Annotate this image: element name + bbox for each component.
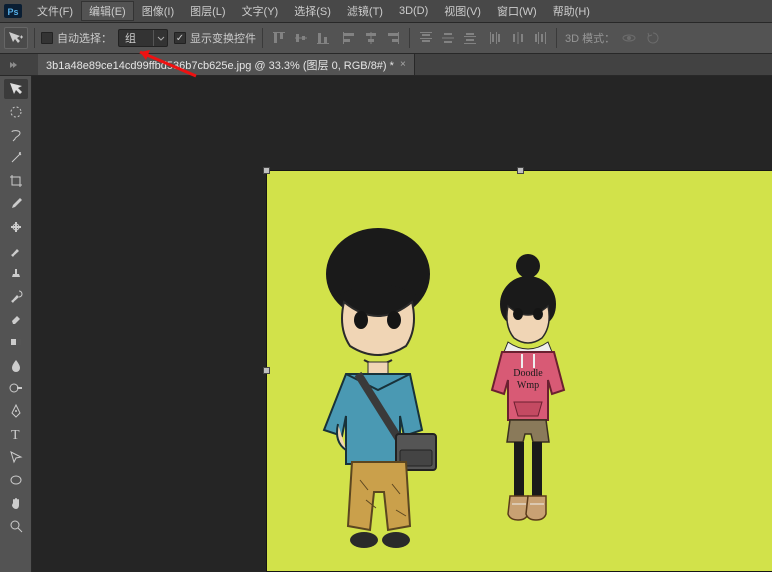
magic-wand-tool[interactable] <box>4 148 28 168</box>
healing-brush-tool[interactable] <box>4 217 28 237</box>
close-tab-icon[interactable]: × <box>400 59 406 70</box>
divider <box>409 28 410 48</box>
show-transform-controls-option[interactable]: 显示变换控件 <box>174 30 256 46</box>
divider <box>262 28 263 48</box>
align-bottom-icon[interactable] <box>313 29 333 47</box>
align-group-2 <box>339 29 403 47</box>
path-selection-tool[interactable] <box>4 447 28 467</box>
history-brush-tool[interactable] <box>4 286 28 306</box>
align-right-icon[interactable] <box>383 29 403 47</box>
menu-layer[interactable]: 图层(L) <box>182 1 233 21</box>
menu-image[interactable]: 图像(I) <box>134 1 182 21</box>
divider <box>556 28 557 48</box>
pen-tool[interactable] <box>4 401 28 421</box>
distribute-bottom-icon[interactable] <box>460 29 480 47</box>
distribute-left-icon[interactable] <box>486 29 506 47</box>
options-bar: 自动选择： 组 显示变换控件 3D 模式： <box>0 22 772 54</box>
move-tool[interactable] <box>4 79 28 99</box>
3d-rotate-icon[interactable] <box>643 29 663 47</box>
menu-window[interactable]: 窗口(W) <box>489 1 545 21</box>
active-tool-indicator[interactable] <box>4 27 28 49</box>
menubar: Ps 文件(F) 编辑(E) 图像(I) 图层(L) 文字(Y) 选择(S) 滤… <box>0 0 772 22</box>
show-transform-controls-checkbox[interactable] <box>174 32 186 44</box>
3d-mode-label: 3D 模式： <box>565 30 615 46</box>
auto-select-dropdown[interactable]: 组 <box>118 29 168 47</box>
dodge-tool[interactable] <box>4 378 28 398</box>
transform-handle-tl[interactable] <box>263 167 270 174</box>
menu-3d[interactable]: 3D(D) <box>391 3 436 19</box>
3d-orbit-icon[interactable] <box>619 29 639 47</box>
svg-text:Ps: Ps <box>7 7 18 17</box>
hoodie-text-1: Doodle <box>513 368 543 379</box>
canvas-figure-boy <box>308 224 454 564</box>
menu-view[interactable]: 视图(V) <box>436 1 489 21</box>
dropdown-value: 组 <box>119 30 153 46</box>
auto-select-label: 自动选择： <box>57 30 112 46</box>
distribute-group-2 <box>486 29 550 47</box>
menu-filter[interactable]: 滤镜(T) <box>339 1 391 21</box>
auto-select-checkbox[interactable] <box>41 32 53 44</box>
clone-stamp-tool[interactable] <box>4 263 28 283</box>
transform-handle-ml[interactable] <box>263 367 270 374</box>
hand-tool[interactable] <box>4 493 28 513</box>
app-logo: Ps <box>3 2 23 20</box>
divider <box>34 28 35 48</box>
eraser-tool[interactable] <box>4 309 28 329</box>
distribute-hcenter-icon[interactable] <box>508 29 528 47</box>
menu-help[interactable]: 帮助(H) <box>545 1 598 21</box>
crop-tool[interactable] <box>4 171 28 191</box>
shape-tool[interactable] <box>4 470 28 490</box>
document-tab-strip: 3b1a48e89ce14cd99ffbd536b7cb625e.jpg @ 3… <box>0 54 772 76</box>
align-hcenter-icon[interactable] <box>361 29 381 47</box>
align-left-icon[interactable] <box>339 29 359 47</box>
canvas-figure-girl: Doodle Wmp <box>484 252 572 552</box>
chevron-down-icon <box>153 30 167 46</box>
svg-text:T: T <box>11 428 20 442</box>
distribute-group-1 <box>416 29 480 47</box>
lasso-tool[interactable] <box>4 125 28 145</box>
type-tool[interactable]: T <box>4 424 28 444</box>
auto-select-option[interactable]: 自动选择： <box>41 30 112 46</box>
align-group-1 <box>269 29 333 47</box>
menu-type[interactable]: 文字(Y) <box>234 1 287 21</box>
distribute-vcenter-icon[interactable] <box>438 29 458 47</box>
hoodie-text-2: Wmp <box>517 380 539 391</box>
gradient-tool[interactable] <box>4 332 28 352</box>
align-vcenter-icon[interactable] <box>291 29 311 47</box>
menu-edit[interactable]: 编辑(E) <box>81 1 134 21</box>
marquee-tool[interactable] <box>4 102 28 122</box>
tools-panel: T <box>0 76 32 572</box>
align-top-icon[interactable] <box>269 29 289 47</box>
document-tab[interactable]: 3b1a48e89ce14cd99ffbd536b7cb625e.jpg @ 3… <box>38 54 415 75</box>
eyedropper-tool[interactable] <box>4 194 28 214</box>
document-title: 3b1a48e89ce14cd99ffbd536b7cb625e.jpg @ 3… <box>46 57 394 73</box>
distribute-right-icon[interactable] <box>530 29 550 47</box>
collapse-panel-icon[interactable] <box>6 56 20 74</box>
show-transform-controls-label: 显示变换控件 <box>190 30 256 46</box>
brush-tool[interactable] <box>4 240 28 260</box>
transform-handle-tc[interactable] <box>517 167 524 174</box>
menu-select[interactable]: 选择(S) <box>286 1 339 21</box>
blur-tool[interactable] <box>4 355 28 375</box>
distribute-top-icon[interactable] <box>416 29 436 47</box>
zoom-tool[interactable] <box>4 516 28 536</box>
menu-file[interactable]: 文件(F) <box>29 1 81 21</box>
3d-mode-controls: 3D 模式： <box>565 29 663 47</box>
